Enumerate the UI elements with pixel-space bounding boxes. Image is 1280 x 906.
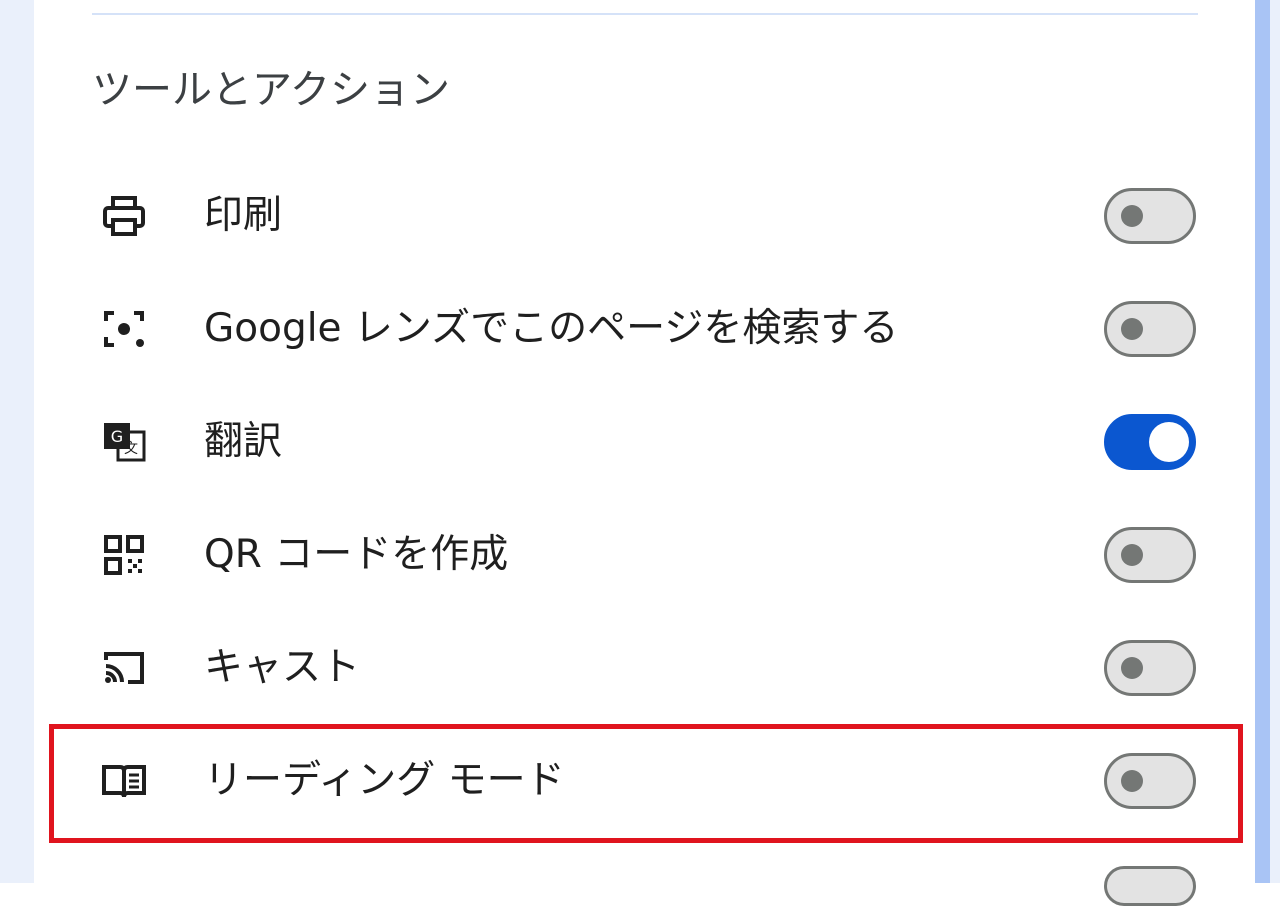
tool-row-reading-mode[interactable]: リーディング モード xyxy=(34,725,1255,837)
qr-code-icon xyxy=(96,527,152,583)
translate-icon: 文 G xyxy=(96,414,152,470)
section-divider xyxy=(92,13,1198,15)
tool-row-qr-code[interactable]: QR コードを作成 xyxy=(34,499,1255,611)
toggle-google-lens[interactable] xyxy=(1104,301,1196,357)
tool-row-translate[interactable]: 文 G 翻訳 xyxy=(34,386,1255,498)
toggle-reading-mode[interactable] xyxy=(1104,753,1196,809)
tool-row-print[interactable]: 印刷 xyxy=(34,160,1255,272)
tool-row-google-lens[interactable]: Google レンズでこのページを検索する xyxy=(34,273,1255,385)
tool-label-reading-mode: リーディング モード xyxy=(204,758,565,803)
toggle-translate[interactable] xyxy=(1104,414,1196,470)
google-lens-icon xyxy=(96,301,152,357)
tool-label-print: 印刷 xyxy=(204,193,283,238)
toggle-qr-code[interactable] xyxy=(1104,527,1196,583)
section-title: ツールとアクション xyxy=(92,67,450,113)
tool-label-translate: 翻訳 xyxy=(204,419,283,464)
printer-icon xyxy=(96,188,152,244)
tool-row-cast[interactable]: キャスト xyxy=(34,612,1255,724)
scrollbar[interactable] xyxy=(1255,0,1270,883)
left-panel-edge xyxy=(0,0,34,883)
toggle-next-item-partial[interactable] xyxy=(1104,866,1196,906)
svg-text:G: G xyxy=(111,427,123,446)
tool-label-cast: キャスト xyxy=(204,645,361,690)
tool-label-qr-code: QR コードを作成 xyxy=(204,532,509,577)
toggle-cast[interactable] xyxy=(1104,640,1196,696)
toggle-print[interactable] xyxy=(1104,188,1196,244)
reading-mode-icon xyxy=(96,753,152,809)
cast-icon xyxy=(96,640,152,696)
tool-label-google-lens: Google レンズでこのページを検索する xyxy=(204,306,899,351)
